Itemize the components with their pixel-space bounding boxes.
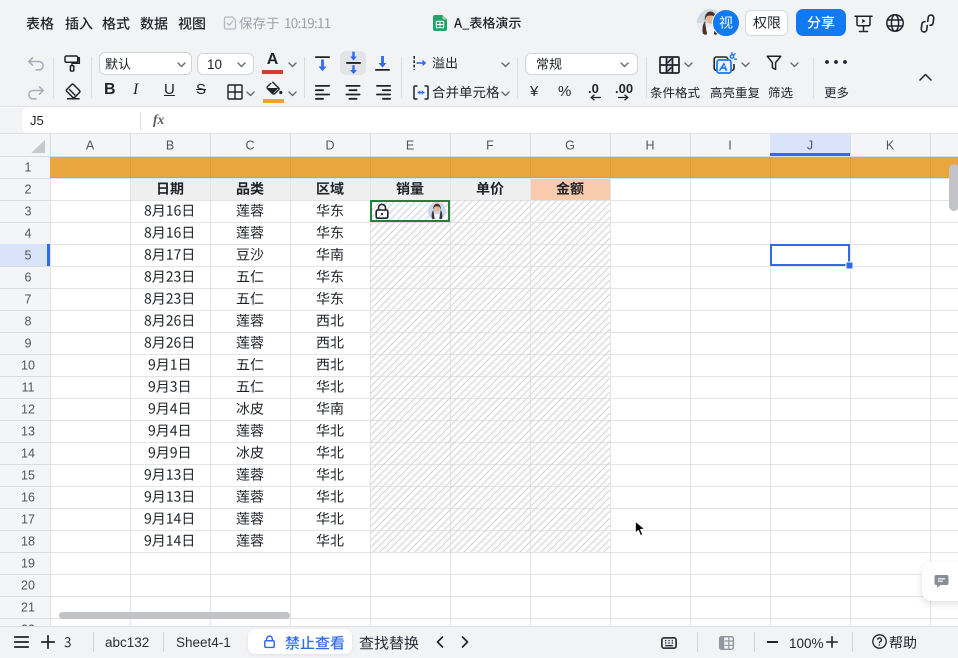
- svg-text:8: 8: [25, 315, 32, 329]
- svg-text:K: K: [886, 139, 895, 153]
- svg-text:17: 17: [21, 513, 35, 527]
- svg-text:E: E: [406, 139, 414, 153]
- svg-text:2: 2: [25, 183, 32, 197]
- svg-text:10: 10: [21, 359, 35, 373]
- svg-text:D: D: [325, 139, 334, 153]
- svg-text:15: 15: [21, 469, 35, 483]
- svg-text:H: H: [645, 139, 654, 153]
- svg-text:1: 1: [25, 161, 32, 175]
- svg-text:14: 14: [21, 447, 35, 461]
- svg-text:9: 9: [25, 337, 32, 351]
- svg-text:16: 16: [21, 491, 35, 505]
- svg-text:F: F: [486, 139, 494, 153]
- svg-text:J: J: [807, 139, 813, 153]
- svg-text:19: 19: [21, 557, 35, 571]
- svg-text:18: 18: [21, 535, 35, 549]
- svg-text:7: 7: [25, 293, 32, 307]
- svg-text:13: 13: [21, 425, 35, 439]
- svg-text:12: 12: [21, 403, 35, 417]
- svg-text:C: C: [245, 139, 254, 153]
- svg-text:11: 11: [22, 381, 35, 395]
- svg-text:6: 6: [25, 271, 32, 285]
- svg-text:21: 21: [21, 601, 35, 615]
- svg-text:20: 20: [21, 579, 35, 593]
- svg-text:5: 5: [25, 249, 32, 263]
- svg-text:A: A: [86, 139, 95, 153]
- svg-text:I: I: [728, 139, 731, 153]
- svg-text:4: 4: [25, 227, 32, 241]
- svg-text:3: 3: [25, 205, 32, 219]
- svg-text:B: B: [166, 139, 174, 153]
- svg-text:G: G: [565, 139, 575, 153]
